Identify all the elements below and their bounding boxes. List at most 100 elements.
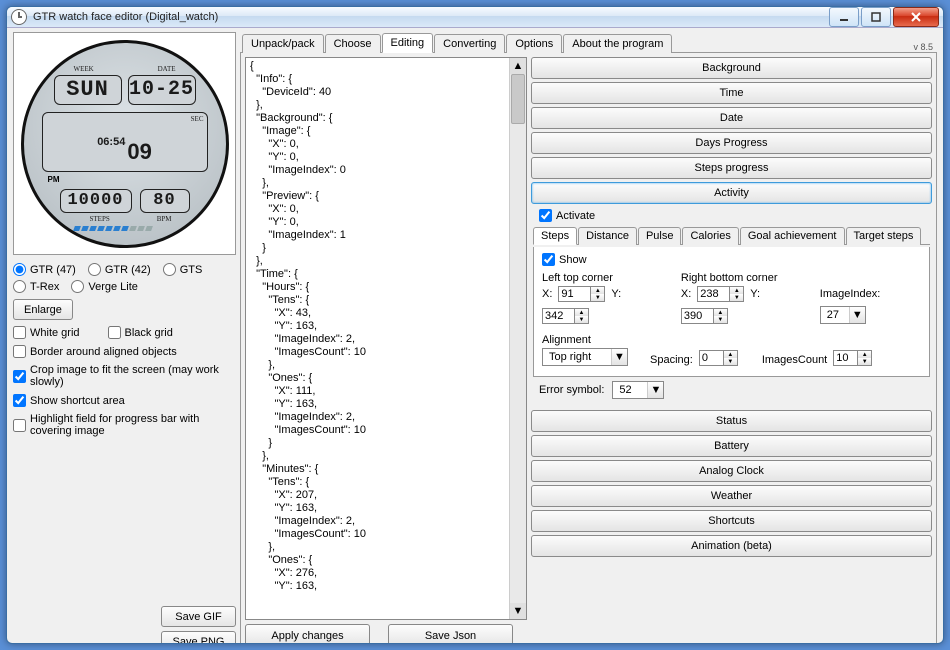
app-window: GTR watch face editor (Digital_watch) WE…	[6, 6, 944, 644]
watch-face: WEEK DATE MON DAY SUN 10-25 06:5409 SEC …	[21, 40, 229, 248]
combo-alignment[interactable]: Top right▼	[542, 348, 628, 366]
radio-trex[interactable]: T-Rex	[13, 280, 59, 293]
radio-verge[interactable]: Verge Lite	[71, 280, 138, 293]
combo-imageindex[interactable]: 27▼	[820, 306, 866, 324]
app-icon	[11, 9, 27, 25]
check-white-grid[interactable]: White grid	[13, 326, 80, 339]
check-highlight[interactable]: Highlight field for progress bar with co…	[13, 413, 236, 437]
editing-body: { "Info": { "DeviceId": 40 }, "Backgroun…	[240, 53, 937, 644]
titlebar: GTR watch face editor (Digital_watch)	[7, 7, 943, 28]
lcd-date: 10-25	[128, 75, 196, 105]
acc-status[interactable]: Status	[531, 410, 932, 432]
subtab-distance[interactable]: Distance	[578, 227, 637, 245]
main-tabs: Unpack/pack Choose Editing Converting Op…	[240, 32, 937, 53]
spin-imagescount[interactable]: ▲▼	[833, 350, 872, 366]
time-sec: 09	[127, 139, 151, 165]
acc-shortcuts[interactable]: Shortcuts	[531, 510, 932, 532]
lcd-time: 06:5409	[42, 112, 208, 172]
maximize-button[interactable]	[861, 7, 891, 27]
label-left-top: Left top corner	[542, 272, 661, 284]
watch-preview: WEEK DATE MON DAY SUN 10-25 06:5409 SEC …	[13, 32, 236, 255]
chevron-down-icon: ▼	[591, 294, 604, 301]
acc-background[interactable]: Background	[531, 57, 932, 79]
right-panel: Unpack/pack Choose Editing Converting Op…	[240, 32, 937, 644]
chevron-down-icon: ▼	[849, 307, 865, 323]
subtab-calories[interactable]: Calories	[682, 227, 738, 245]
acc-time[interactable]: Time	[531, 82, 932, 104]
enlarge-button[interactable]: Enlarge	[13, 299, 73, 320]
acc-animation[interactable]: Animation (beta)	[531, 535, 932, 557]
spin-spacing[interactable]: ▲▼	[699, 350, 738, 366]
check-activate[interactable]: Activate	[539, 209, 930, 222]
spin-lt-x[interactable]: ▲▼	[558, 286, 605, 302]
minimize-button[interactable]	[829, 7, 859, 27]
check-crop[interactable]: Crop image to fit the screen (may work s…	[13, 364, 236, 388]
scroll-up-icon[interactable]: ▲	[510, 58, 526, 74]
subtab-target[interactable]: Target steps	[846, 227, 922, 245]
acc-date[interactable]: Date	[531, 107, 932, 129]
lcd-steps: 10000	[60, 189, 132, 213]
label-alignment: Alignment	[542, 334, 628, 346]
subtab-pulse[interactable]: Pulse	[638, 227, 682, 245]
close-button[interactable]	[893, 7, 939, 27]
tab-choose[interactable]: Choose	[325, 34, 381, 53]
acc-days-progress[interactable]: Days Progress	[531, 132, 932, 154]
activity-panel: Activate Steps Distance Pulse Calories G…	[531, 207, 932, 407]
tab-editing[interactable]: Editing	[382, 33, 434, 53]
label-bpm: BPM	[157, 215, 172, 223]
combo-error-symbol[interactable]: 52▼	[612, 381, 664, 399]
tab-about[interactable]: About the program	[563, 34, 672, 53]
label-imageindex: ImageIndex:	[820, 288, 881, 300]
json-editor[interactable]: { "Info": { "DeviceId": 40 }, "Backgroun…	[245, 57, 527, 620]
chevron-down-icon: ▼	[647, 382, 663, 398]
label-pm: PM	[48, 175, 60, 184]
label-sec: SEC	[191, 115, 204, 123]
steps-panel: Show Left top corner X: ▲▼ Y: ▲▼	[533, 247, 930, 377]
chevron-up-icon: ▲	[591, 287, 604, 294]
spin-rb-x[interactable]: ▲▼	[697, 286, 744, 302]
time-main: 06:54	[97, 136, 125, 148]
spin-rb-y[interactable]: ▲▼	[681, 308, 728, 324]
save-json-button[interactable]: Save Json	[388, 624, 513, 644]
spin-lt-y[interactable]: ▲▼	[542, 308, 589, 324]
scroll-down-icon[interactable]: ▼	[510, 603, 526, 619]
accordion: Background Time Date Days Progress Steps…	[531, 57, 932, 644]
radio-gtr42[interactable]: GTR (42)	[88, 263, 151, 276]
activity-subtabs: Steps Distance Pulse Calories Goal achie…	[533, 226, 930, 245]
label-error-symbol: Error symbol:	[539, 384, 604, 396]
version-label: v 8.5	[913, 42, 937, 52]
apply-changes-button[interactable]: Apply changes	[245, 624, 370, 644]
tab-options[interactable]: Options	[506, 34, 562, 53]
chevron-down-icon: ▼	[611, 349, 627, 365]
subtab-goal[interactable]: Goal achievement	[740, 227, 845, 245]
acc-battery[interactable]: Battery	[531, 435, 932, 457]
tab-unpack[interactable]: Unpack/pack	[242, 34, 324, 53]
json-scrollbar[interactable]: ▲ ▼	[509, 58, 526, 619]
acc-steps-progress[interactable]: Steps progress	[531, 157, 932, 179]
check-show[interactable]: Show	[542, 253, 921, 266]
subtab-steps[interactable]: Steps	[533, 227, 577, 245]
save-gif-button[interactable]: Save GIF	[161, 606, 236, 627]
check-border[interactable]: Border around aligned objects	[13, 345, 236, 358]
lcd-week: SUN	[54, 75, 122, 105]
scroll-thumb[interactable]	[511, 74, 525, 124]
radio-gtr47[interactable]: GTR (47)	[13, 263, 76, 276]
label-date: DATE	[158, 65, 176, 73]
check-shortcut[interactable]: Show shortcut area	[13, 394, 236, 407]
label-steps: STEPS	[90, 215, 110, 223]
label-week: WEEK	[74, 65, 94, 73]
check-black-grid[interactable]: Black grid	[108, 326, 173, 339]
save-png-button[interactable]: Save PNG	[161, 631, 236, 644]
label-spacing: Spacing:	[650, 354, 693, 366]
left-panel: WEEK DATE MON DAY SUN 10-25 06:5409 SEC …	[13, 32, 236, 644]
device-radios: GTR (47) GTR (42) GTS T-Rex Verge Lite	[13, 263, 236, 293]
label-imagescount: ImagesCount	[762, 354, 827, 366]
acc-activity[interactable]: Activity	[531, 182, 932, 204]
lcd-bpm: 80	[140, 189, 190, 213]
radio-gts[interactable]: GTS	[163, 263, 203, 276]
progress-bars	[74, 226, 152, 231]
acc-analog-clock[interactable]: Analog Clock	[531, 460, 932, 482]
acc-weather[interactable]: Weather	[531, 485, 932, 507]
label-right-bottom: Right bottom corner	[681, 272, 800, 284]
tab-converting[interactable]: Converting	[434, 34, 505, 53]
